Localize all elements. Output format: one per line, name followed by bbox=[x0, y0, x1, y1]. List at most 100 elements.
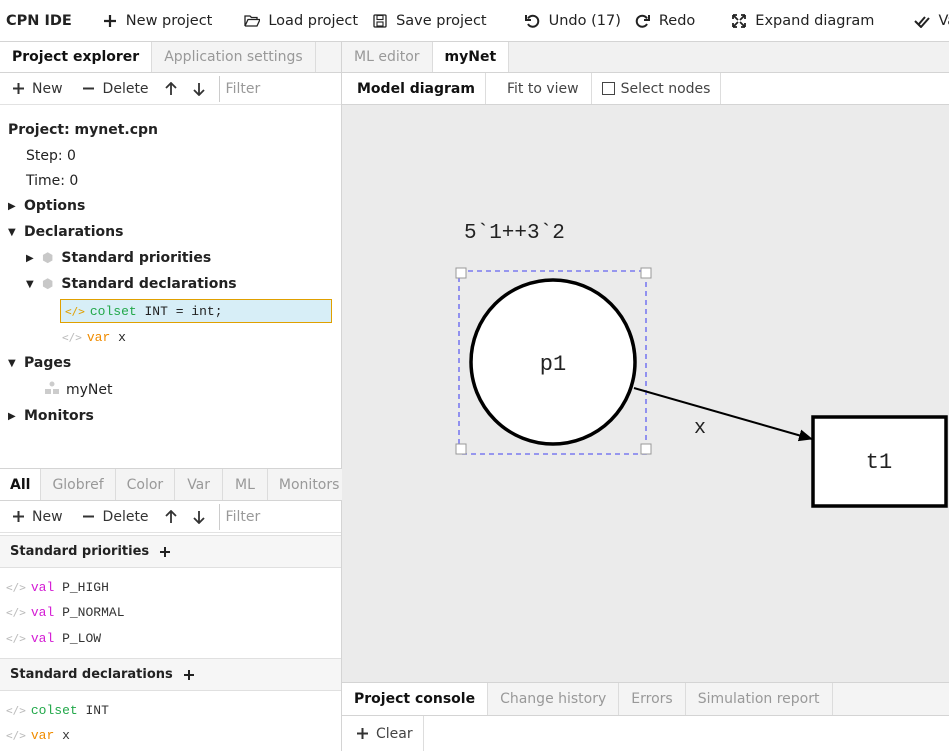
new-label: New bbox=[32, 508, 63, 525]
tree-decl-colset[interactable]: </> colset INT = int; bbox=[60, 299, 332, 323]
caret-down-icon: ▼ bbox=[8, 357, 16, 369]
add-declaration-icon[interactable] bbox=[181, 667, 197, 683]
resize-handle[interactable] bbox=[455, 267, 467, 279]
tab-all[interactable]: All bbox=[0, 469, 42, 500]
keyword: var bbox=[86, 329, 111, 345]
select-nodes-toggle[interactable]: Select nodes bbox=[592, 73, 722, 104]
tree-item-standard-declarations[interactable]: ▼ ⬢ Standard declarations bbox=[26, 276, 237, 292]
redo-button[interactable]: Redo bbox=[627, 0, 713, 41]
explorer-filter-input[interactable] bbox=[218, 75, 319, 102]
minus-icon bbox=[81, 509, 97, 525]
transition-label: t1 bbox=[866, 450, 892, 475]
select-nodes-label: Select nodes bbox=[620, 80, 711, 97]
tree-item-options[interactable]: ▶ Options bbox=[8, 198, 85, 214]
new-button[interactable]: New bbox=[8, 81, 71, 97]
tab-var[interactable]: Var bbox=[175, 469, 224, 500]
list-item[interactable]: </> val P_NORMAL bbox=[6, 600, 125, 624]
code-icon: </> bbox=[6, 605, 26, 619]
move-up-button[interactable] bbox=[157, 509, 185, 525]
expand-diagram-button[interactable]: Expand diagram bbox=[713, 0, 894, 41]
code-icon: </> bbox=[62, 330, 82, 344]
tab-change-history[interactable]: Change history bbox=[488, 683, 620, 715]
move-down-button[interactable] bbox=[185, 509, 213, 525]
resize-handle[interactable] bbox=[640, 443, 652, 455]
arrow-down-icon bbox=[191, 81, 207, 97]
tab-project-console[interactable]: Project console bbox=[342, 683, 489, 715]
arc-p1-t1[interactable] bbox=[633, 387, 813, 442]
priorities-section-header: Standard priorities bbox=[0, 535, 341, 568]
caret-down-icon: ▼ bbox=[8, 226, 16, 238]
move-up-button[interactable] bbox=[157, 81, 185, 97]
tree-decl-var[interactable]: </> var x bbox=[62, 325, 126, 349]
model-diagram-button[interactable]: Model diagram bbox=[348, 73, 486, 104]
list-item[interactable]: </> val P_HIGH bbox=[6, 575, 109, 599]
add-priority-icon[interactable] bbox=[157, 544, 173, 560]
tree-item-pages[interactable]: ▼ Pages bbox=[8, 355, 71, 371]
resize-handle[interactable] bbox=[455, 443, 467, 455]
move-down-button[interactable] bbox=[185, 81, 213, 97]
tree-item-page-mynet[interactable]: myNet bbox=[44, 381, 113, 399]
list-item[interactable]: </> colset INT bbox=[6, 698, 109, 722]
arrow-down-icon bbox=[191, 509, 207, 525]
delete-button[interactable]: Delete bbox=[71, 509, 157, 525]
validate-button[interactable]: Validate bbox=[894, 0, 949, 41]
redo-label: Redo bbox=[658, 12, 696, 29]
list-item[interactable]: </> var x bbox=[6, 723, 70, 747]
tab-project-explorer[interactable]: Project explorer bbox=[0, 42, 153, 72]
declaration-tabs: All Globref Color Var ML Monitors bbox=[0, 469, 352, 501]
clear-button[interactable]: Clear bbox=[342, 716, 424, 751]
code-icon: </> bbox=[6, 703, 26, 717]
double-check-icon bbox=[914, 13, 931, 29]
decl-text: x bbox=[110, 329, 126, 345]
delete-label: Delete bbox=[102, 80, 149, 97]
editor-tabs: ML editor myNet bbox=[342, 42, 949, 73]
keyword: val bbox=[30, 630, 55, 646]
undo-label: Undo (17) bbox=[548, 12, 621, 29]
left-panel: Project explorer Application settings Ne… bbox=[0, 42, 352, 751]
tab-simulation-report[interactable]: Simulation report bbox=[685, 683, 833, 715]
arrow-up-icon bbox=[163, 509, 179, 525]
tab-mynet[interactable]: myNet bbox=[432, 42, 510, 72]
decl-name: x bbox=[54, 727, 70, 743]
declaration-filter-input[interactable] bbox=[218, 503, 319, 530]
project-title[interactable]: Project: mynet.cpn bbox=[8, 122, 158, 138]
delete-button[interactable]: Delete bbox=[71, 81, 157, 97]
list-item[interactable]: </> val P_LOW bbox=[6, 626, 101, 650]
tab-ml[interactable]: ML bbox=[223, 469, 268, 500]
plus-icon bbox=[10, 509, 26, 525]
tab-ml-editor[interactable]: ML editor bbox=[342, 42, 433, 72]
tab-globref[interactable]: Globref bbox=[41, 469, 116, 500]
keyword: val bbox=[30, 604, 55, 620]
place-label: p1 bbox=[540, 352, 566, 377]
tree-item-standard-priorities[interactable]: ▶ ⬢ Standard priorities bbox=[26, 250, 211, 266]
diagram-canvas[interactable]: p1 5`1++3`2 x t1 bbox=[342, 106, 949, 682]
new-label: New bbox=[32, 80, 63, 97]
new-button[interactable]: New bbox=[8, 509, 71, 525]
tree-item-monitors[interactable]: ▶ Monitors bbox=[8, 408, 94, 424]
page-label: myNet bbox=[66, 382, 113, 398]
save-project-button[interactable]: Save project bbox=[364, 0, 507, 41]
decl-text: INT = int; bbox=[136, 303, 223, 319]
arrow-up-icon bbox=[163, 81, 179, 97]
caret-down-icon: ▼ bbox=[26, 278, 34, 290]
cube-icon: ⬢ bbox=[42, 276, 54, 292]
console-tabs: Project console Change history Errors Si… bbox=[342, 683, 949, 716]
load-project-button[interactable]: Load project bbox=[226, 0, 364, 41]
marking-label[interactable]: 5`1++3`2 bbox=[464, 222, 565, 245]
tree-item-declarations[interactable]: ▼ Declarations bbox=[8, 224, 123, 240]
caret-right-icon: ▶ bbox=[26, 252, 34, 264]
tab-application-settings[interactable]: Application settings bbox=[152, 42, 316, 72]
keyword: val bbox=[30, 579, 55, 595]
explorer-actions: New Delete bbox=[0, 73, 341, 105]
tab-errors[interactable]: Errors bbox=[619, 683, 686, 715]
cube-icon: ⬢ bbox=[42, 250, 54, 266]
tab-color[interactable]: Color bbox=[115, 469, 176, 500]
undo-button[interactable]: Undo (17) bbox=[507, 0, 627, 41]
fit-to-view-button[interactable]: Fit to view bbox=[486, 73, 592, 104]
checkbox-icon[interactable] bbox=[601, 82, 615, 95]
arc-label[interactable]: x bbox=[694, 417, 706, 440]
resize-handle[interactable] bbox=[640, 267, 652, 279]
new-project-button[interactable]: New project bbox=[84, 0, 227, 41]
tab-monitors[interactable]: Monitors bbox=[267, 469, 352, 500]
load-project-label: Load project bbox=[268, 12, 359, 29]
